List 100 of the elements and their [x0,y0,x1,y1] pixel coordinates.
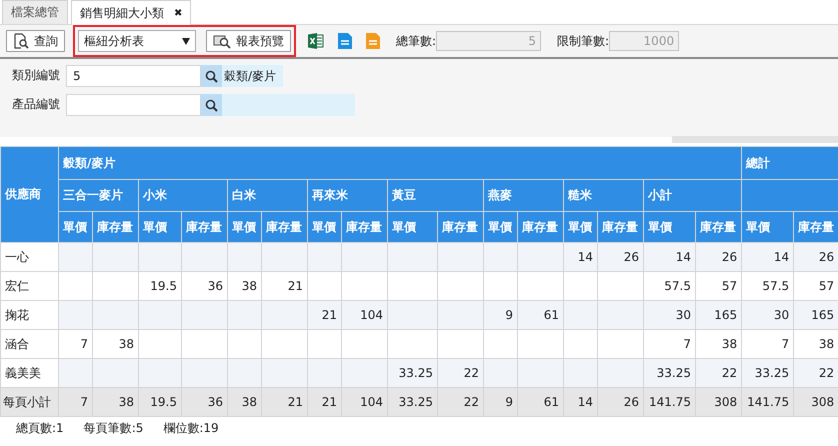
table-cell: 義美美 [0,358,58,388]
column-header: 庫存量 [182,212,228,242]
column-header: 糙米 [564,180,644,212]
search-icon [205,98,218,112]
column-header: 單價 [644,212,696,242]
status-text: 總頁數:1 [16,421,64,436]
table-cell: 38 [92,388,138,416]
close-icon[interactable]: ✖ [174,8,182,18]
document-search-icon [13,33,29,49]
table-cell: 22 [696,358,742,388]
xml-file-icon[interactable] [366,33,380,49]
table-cell: 33.25 [388,358,438,388]
field-label: 類別編號 [12,67,61,84]
status-text: 欄位數:19 [163,421,219,436]
table-cell: 21 [308,388,342,416]
field-label: 產品編號 [12,96,61,113]
table-cell: 61 [518,300,564,330]
report-preview-button[interactable]: 報表預覽 [206,30,291,52]
table-cell: 9 [484,388,518,416]
table-cell: 104 [342,388,388,416]
scrollbar[interactable] [672,136,838,143]
column-header: 庫存量 [342,212,388,242]
table-cell: 141.75 [742,388,794,416]
input-field[interactable]: 5 [66,65,201,87]
column-header: 小計 [644,180,742,212]
table-cell: 9 [484,300,518,330]
column-header: 庫存量 [794,212,838,242]
column-header: 三合一麥片 [58,180,138,212]
column-header: 總計 [742,146,838,180]
description-field: 穀類/麥片 [222,65,283,87]
field-label: 總筆數: [396,32,436,50]
table-cell: 36 [182,388,228,416]
caret-icon [182,38,190,44]
column-header: 單價 [228,212,262,242]
status-text: 每頁筆數:5 [84,421,144,436]
column-header: 單價 [308,212,342,242]
column-header: 單價 [388,212,438,242]
table-cell: 33.25 [742,358,794,388]
column-header: 庫存量 [518,212,564,242]
column-header: 燕麥 [484,180,564,212]
table-cell: 掬花 [0,300,58,330]
column-header: 庫存量 [598,212,644,242]
column-header: 單價 [58,212,92,242]
column-header: 白米 [228,180,308,212]
table-cell: 61 [518,388,564,416]
input-field[interactable] [66,94,201,116]
column-header: 庫存量 [262,212,308,242]
table-cell: 30 [742,300,794,330]
table-cell: 26 [598,242,644,272]
table-cell: 38 [228,388,262,416]
table-cell: 涵合 [0,330,58,358]
table-cell: 21 [308,300,342,330]
spreadsheet-icon[interactable] [308,33,324,49]
table-cell: 165 [794,300,838,330]
text-file-icon[interactable] [338,33,352,49]
table-cell: 26 [696,242,742,272]
table-cell: 141.75 [644,388,696,416]
table-cell: 每頁小計 [0,388,58,416]
query-button[interactable]: 查詢 [6,30,65,52]
report-type-dropdown[interactable]: 樞紐分析表 [78,30,196,52]
field-label: 限制筆數: [557,32,610,50]
table-cell: 14 [742,242,794,272]
table-cell: 165 [696,300,742,330]
table-cell: 19.5 [138,388,182,416]
table-cell: 22 [438,358,484,388]
tab[interactable]: 檔案總管 [2,0,68,24]
table-cell: 21 [262,388,308,416]
column-header: 供應商 [0,146,58,242]
column-header: 庫存量 [696,212,742,242]
table-cell: 14 [564,388,598,416]
table-cell: 22 [794,358,838,388]
column-header: 單價 [138,212,182,242]
column-header: 小米 [138,180,228,212]
table-cell: 宏仁 [0,272,58,300]
table-cell: 22 [438,388,484,416]
column-header: 單價 [742,212,794,242]
column-header: 再來米 [308,180,388,212]
column-header: 穀類/麥片 [58,146,742,180]
table-cell: 7 [58,388,92,416]
column-header: 庫存量 [438,212,484,242]
table-cell: 26 [794,242,838,272]
column-header: 庫存量 [92,212,138,242]
table-cell: 33.25 [644,358,696,388]
search-button[interactable] [201,94,222,116]
column-header: 單價 [564,212,598,242]
table-cell: 14 [644,242,696,272]
table-cell: 14 [564,242,598,272]
table-cell: 104 [342,300,388,330]
column-header: 單價 [484,212,518,242]
document-search-icon [213,33,231,49]
search-icon [205,70,218,82]
table-cell: 33.25 [388,388,438,416]
table-cell: 308 [696,388,742,416]
table-cell: 26 [598,388,644,416]
tab[interactable]: 銷售明細大小類 ✖ [71,0,192,25]
search-button[interactable] [201,65,222,87]
column-header: 黃豆 [388,180,484,212]
table-cell: 30 [644,300,696,330]
table-cell: 308 [794,388,838,416]
table-cell: 一心 [0,242,58,272]
